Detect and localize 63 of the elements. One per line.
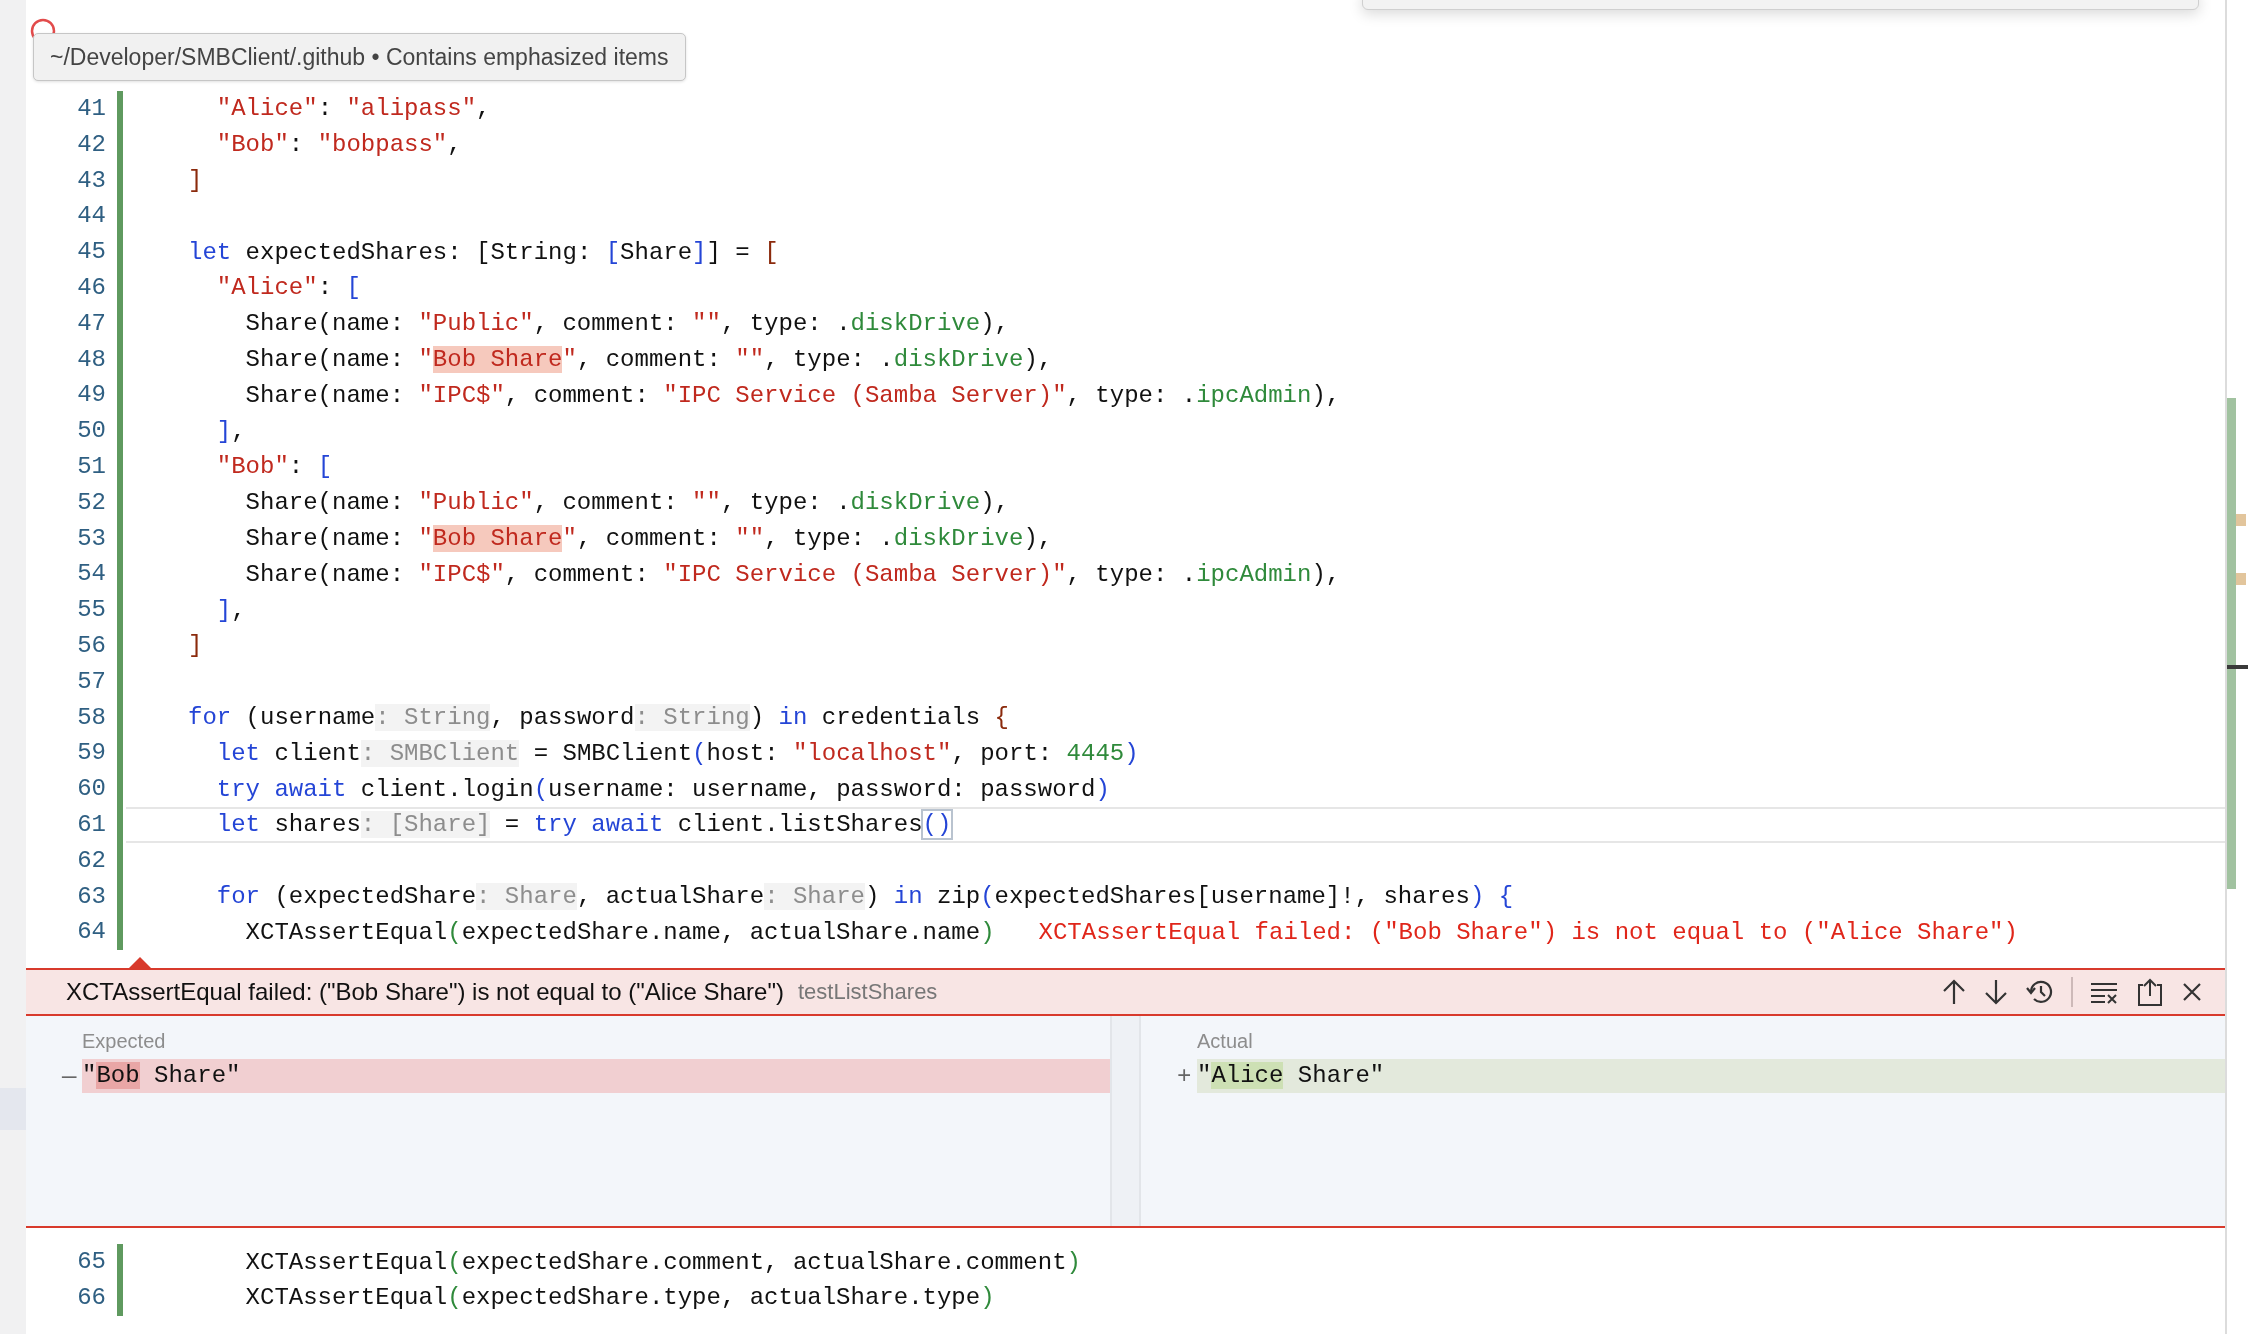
line-number: 44	[77, 201, 106, 232]
diff-sign: +	[1177, 1062, 1193, 1090]
line-number: 41	[77, 94, 106, 124]
code-line: for (username: String, password: String) in credentials {	[188, 703, 1009, 731]
line-number: 58	[77, 702, 106, 733]
code-line: XCTAssertEqual(expectedShare.comment, actualShare.comment)	[244, 1248, 1081, 1276]
tooltip: ~/Developer/SMBClient/.github • Contains emphasized items	[33, 33, 686, 81]
arrow-up-icon[interactable]	[1941, 978, 1967, 1007]
code-line: "Bob": "bobpass",	[215, 131, 462, 159]
code-line: let client: SMBClient = SMBClient(host: "localhost", port: 4445)	[215, 739, 1139, 767]
line-number: 66	[77, 1282, 106, 1313]
line-number: 63	[77, 881, 106, 912]
code-line: ],	[215, 417, 246, 445]
line-number: 46	[77, 273, 106, 303]
code-line: ],	[215, 596, 246, 624]
line-number: 59	[77, 738, 106, 769]
code-line: try await client.login(username: username, password: password)	[215, 775, 1110, 803]
line-number: 54	[77, 559, 106, 590]
line-number: 48	[77, 344, 106, 375]
line-number: 53	[77, 523, 106, 554]
line-number: 47	[77, 308, 106, 339]
diff-sign: —	[62, 1062, 78, 1090]
line-number: 61	[77, 809, 106, 840]
line-number: 55	[77, 595, 106, 626]
share-icon[interactable]	[2135, 977, 2165, 1008]
line-number: 45	[77, 237, 106, 268]
code-line: Share(name: "IPC$", comment: "IPC Service (Samba Server)", type: .ipcAdmin),	[244, 560, 1341, 588]
code-line: XCTAssertEqual(expectedShare.name, actualShare.name)	[244, 918, 995, 946]
line-number: 43	[77, 165, 106, 196]
code-line: let shares: [Share] = try await client.listShares()	[215, 811, 952, 839]
code-line: "Alice": [	[215, 274, 361, 302]
code-line: ]	[188, 167, 203, 194]
code-line: Share(name: "Public", comment: "", type: .diskDrive),	[244, 310, 1009, 338]
change-bar	[117, 1244, 123, 1316]
code-line: Share(name: "Public", comment: "", type: .diskDrive),	[244, 489, 1009, 517]
column-label: Actual	[1197, 1030, 1254, 1054]
line-number: 52	[77, 487, 106, 518]
code-line: let expectedShares: [String: [Share]] = [	[188, 238, 779, 266]
line-number: 64	[77, 917, 106, 948]
line-number: 57	[77, 666, 106, 697]
code-line: Share(name: "IPC$", comment: "IPC Service (Samba Server)", type: .ipcAdmin),	[244, 381, 1341, 409]
diff-value: "Alice Share"	[1197, 1059, 2225, 1094]
code-line: ]	[188, 632, 203, 660]
column-label: Expected	[82, 1030, 167, 1054]
code-line: Share(name: "Bob Share", comment: "", type: .diskDrive),	[244, 524, 1053, 552]
line-number: 65	[77, 1247, 106, 1278]
error-annotation: XCTAssertEqual failed: ("Bob Share") is not equal to ("Alice Share")	[1038, 918, 2018, 946]
line-number: 62	[77, 845, 106, 876]
diff-value: "Bob Share"	[82, 1059, 1110, 1094]
test-name: testListShares	[797, 979, 938, 1006]
line-number: 60	[77, 774, 106, 805]
line-number: 51	[77, 451, 106, 482]
error-message: XCTAssertEqual failed: ("Bob Share") is not equal to ("Alice Share")	[66, 978, 784, 1007]
line-number: 49	[77, 380, 106, 411]
line-number: 50	[77, 416, 106, 447]
line-number: 56	[77, 630, 106, 661]
code-line: "Bob": [	[215, 453, 333, 481]
code-line: XCTAssertEqual(expectedShare.type, actualShare.type)	[244, 1284, 995, 1312]
code-line: "Alice": "alipass",	[215, 95, 491, 123]
arrow-down-icon[interactable]	[1983, 978, 2009, 1007]
code-line: for (expectedShare: Share, actualShare: Share) in zip(expectedShares[username]!, shares) {	[215, 882, 1514, 910]
line-number: 42	[77, 129, 106, 160]
code-line: Share(name: "Bob Share", comment: "", type: .diskDrive),	[244, 345, 1053, 373]
